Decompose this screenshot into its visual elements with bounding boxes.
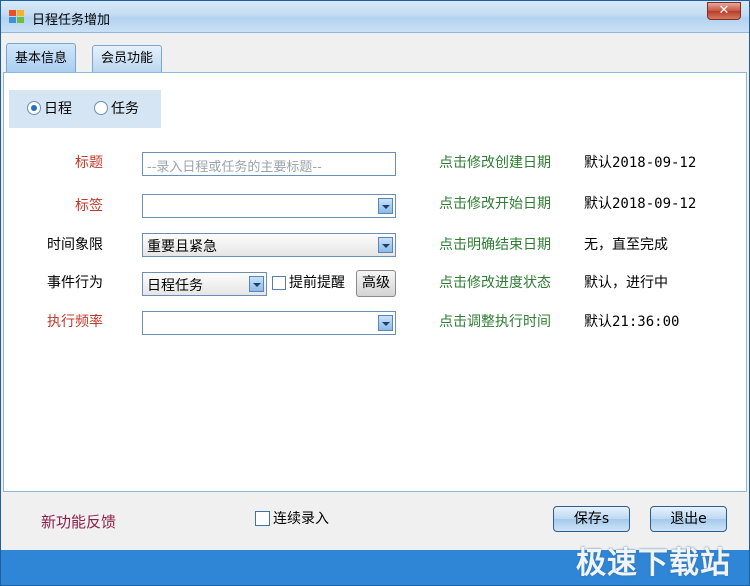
- quadrant-label: 时间象限: [47, 237, 103, 253]
- created-date-value: 默认2018-09-12: [584, 155, 697, 171]
- progress-value: 默认，进行中: [584, 275, 668, 291]
- tab-basic-info[interactable]: 基本信息: [6, 43, 77, 73]
- chevron-down-icon[interactable]: [378, 237, 393, 253]
- save-button[interactable]: 保存s: [553, 506, 630, 532]
- continuous-entry-box[interactable]: [255, 511, 270, 526]
- behavior-value: 日程任务: [147, 278, 203, 294]
- title-label: 标题: [75, 155, 103, 171]
- adjust-exec-time-link[interactable]: 点击调整执行时间: [439, 312, 551, 332]
- chevron-down-icon[interactable]: [378, 198, 393, 214]
- continuous-entry-label: 连续录入: [273, 511, 329, 527]
- title-placeholder: --录入日程或任务的主要标题--: [147, 160, 322, 175]
- radio-task-label: 任务: [111, 101, 139, 117]
- chevron-down-icon[interactable]: [249, 276, 264, 292]
- quadrant-select[interactable]: 重要且紧急: [142, 233, 396, 257]
- frequency-label: 执行频率: [47, 314, 103, 330]
- reminder-label: 提前提醒: [289, 275, 345, 291]
- edit-created-date-link[interactable]: 点击修改创建日期: [439, 153, 551, 173]
- advanced-button[interactable]: 高级: [356, 270, 396, 297]
- feedback-link[interactable]: 新功能反馈: [41, 511, 116, 532]
- radio-task-indicator[interactable]: [94, 101, 108, 115]
- radio-schedule-label: 日程: [44, 101, 72, 117]
- behavior-label: 事件行为: [47, 275, 103, 291]
- set-end-date-link[interactable]: 点击明确结束日期: [439, 235, 551, 255]
- frequency-select[interactable]: [142, 311, 396, 335]
- dialog-window: 日程任务增加 ✕ 基本信息 会员功能 日程 任务 标题 --录入日程或任务的主要…: [0, 0, 750, 586]
- edit-start-date-link[interactable]: 点击修改开始日期: [439, 194, 551, 214]
- exit-button[interactable]: 退出e: [650, 506, 727, 532]
- edit-progress-link[interactable]: 点击修改进度状态: [439, 273, 551, 293]
- tab-member-features[interactable]: 会员功能: [92, 45, 163, 73]
- continuous-entry-checkbox[interactable]: 连续录入: [255, 509, 329, 529]
- behavior-select[interactable]: 日程任务: [142, 272, 267, 296]
- end-date-value: 无，直至完成: [584, 237, 668, 253]
- app-icon: [9, 10, 25, 24]
- close-button[interactable]: ✕: [707, 2, 741, 20]
- title-input[interactable]: --录入日程或任务的主要标题--: [142, 152, 396, 176]
- tab-strip: 基本信息 会员功能: [1, 33, 749, 73]
- radio-task[interactable]: 任务: [94, 101, 139, 117]
- chevron-down-icon[interactable]: [378, 315, 393, 331]
- radio-schedule-indicator[interactable]: [27, 101, 41, 115]
- start-date-value: 默认2018-09-12: [584, 196, 697, 212]
- quadrant-value: 重要且紧急: [147, 239, 217, 255]
- type-radio-group: 日程 任务: [9, 90, 161, 128]
- reminder-checkbox[interactable]: 提前提醒: [272, 273, 345, 293]
- watermark-text: 极速下载站: [576, 546, 731, 581]
- radio-schedule[interactable]: 日程: [27, 101, 72, 117]
- exec-time-value: 默认21:36:00: [584, 314, 680, 330]
- window-title: 日程任务增加: [32, 13, 111, 28]
- tag-label: 标签: [75, 198, 103, 214]
- reminder-checkbox-box[interactable]: [272, 276, 286, 290]
- tag-select[interactable]: [142, 194, 396, 218]
- title-bar: 日程任务增加 ✕: [1, 1, 749, 33]
